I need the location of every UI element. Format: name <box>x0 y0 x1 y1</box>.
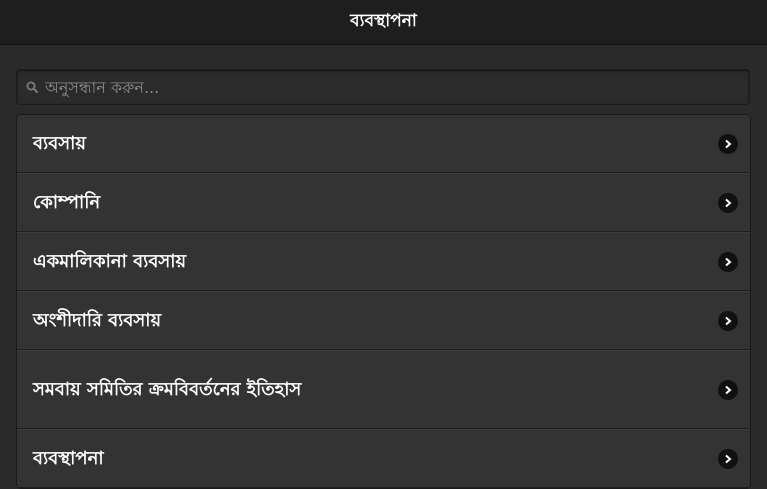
app-header: ব্যবস্থাপনা <box>0 0 767 45</box>
list-item[interactable]: ব্যবসায় <box>17 115 750 173</box>
list-item[interactable]: অংশীদারি ব্যবসায় <box>17 291 750 350</box>
list-item[interactable]: কোম্পানি <box>17 173 750 232</box>
list-item-label: সমবায় সমিতির ক্রমবিবর্তনের ইতিহাস <box>33 378 302 400</box>
list-item[interactable]: একমালিকানা ব্যবসায় <box>17 232 750 291</box>
menu-list: ব্যবসায় কোম্পানি একমালিকানা ব্যবসায় অং… <box>16 114 751 489</box>
chevron-right-icon <box>718 251 738 272</box>
list-item-label: ব্যবসায় <box>33 132 86 154</box>
list-item-label: একমালিকানা ব্যবসায় <box>33 250 187 272</box>
chevron-right-icon <box>718 310 738 331</box>
chevron-right-icon <box>718 448 738 469</box>
search-input[interactable] <box>45 72 749 102</box>
chevron-right-icon <box>718 379 738 400</box>
list-item-label: কোম্পানি <box>33 191 101 213</box>
list-item[interactable]: ব্যবস্থাপনা <box>17 429 750 488</box>
search-icon <box>25 80 39 94</box>
chevron-right-icon <box>718 192 738 213</box>
list-item-label: ব্যবস্থাপনা <box>33 447 104 469</box>
list-item[interactable]: সমবায় সমিতির ক্রমবিবর্তনের ইতিহাস <box>17 350 750 429</box>
chevron-right-icon <box>718 133 738 154</box>
search-bar[interactable] <box>16 69 750 105</box>
list-item-label: অংশীদারি ব্যবসায় <box>33 309 162 331</box>
page-title: ব্যবস্থাপনা <box>350 11 417 31</box>
